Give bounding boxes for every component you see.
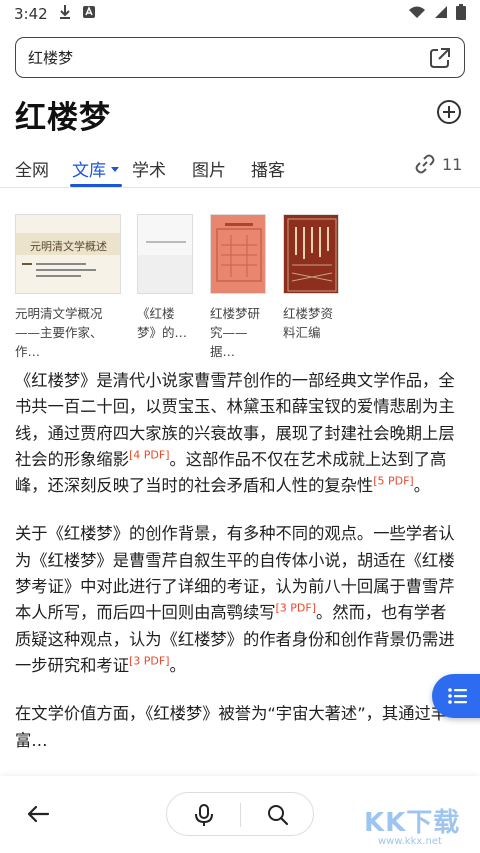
paragraph-text: 在文学价值方面，《红楼梦》被誉为“宇宙大著述”，其通过丰富… <box>15 704 448 750</box>
book-cover <box>137 214 193 294</box>
book-caption-line: ——主要作家、作… <box>15 325 103 359</box>
citation-link[interactable]: [3 PDF] <box>129 655 170 668</box>
book-caption-line: 元明清文学概况 <box>15 306 103 321</box>
status-time: 3:42 <box>14 5 48 23</box>
page-title: 红楼梦 <box>15 100 111 136</box>
book-caption: 《红楼 梦》的… <box>137 304 193 342</box>
citation-link[interactable]: [5 PDF] <box>373 475 414 488</box>
watermark: KK下载 www.kkx.net <box>360 800 478 853</box>
book-card[interactable]: 《红楼 梦》的… <box>137 214 193 342</box>
tab-images[interactable]: 图片 <box>192 156 226 181</box>
divider <box>240 803 241 827</box>
back-arrow-icon <box>27 805 50 823</box>
article-body: 《红楼梦》是清代小说家曹雪芹创作的一部经典文学作品，全书共一百二十回，以贾宝玉、… <box>15 368 460 776</box>
plus-circle-icon <box>437 100 461 124</box>
tab-bar: 全网 文库 学术 图片 播客 <box>0 148 480 188</box>
links-count: 11 <box>442 154 463 174</box>
search-box[interactable]: 红楼梦 <box>15 37 465 78</box>
watermark-url: www.kkx.net <box>378 836 442 847</box>
search-button[interactable] <box>266 803 290 827</box>
book-cover: 元明清文学概述 <box>15 214 121 294</box>
signal-icon <box>434 5 448 23</box>
article-paragraph: 在文学价值方面，《红楼梦》被誉为“宇宙大著述”，其通过丰富… <box>15 701 460 754</box>
book-carousel: 元明清文学概述 元明清文学概况 ——主要作家、作… 《红楼 梦》的… 红楼梦研 … <box>0 214 480 359</box>
list-icon <box>448 688 467 704</box>
caret-down-icon <box>111 166 119 172</box>
tab-library-label: 文库 <box>72 161 106 181</box>
book-cover <box>210 214 266 294</box>
search-query[interactable]: 红楼梦 <box>28 47 73 68</box>
voice-search-pill <box>166 792 314 836</box>
book-card[interactable]: 元明清文学概述 元明清文学概况 ——主要作家、作… <box>15 214 121 361</box>
book-caption-line: 红楼梦资 <box>283 306 334 321</box>
tab-library[interactable]: 文库 <box>72 156 119 181</box>
book-caption: 红楼梦研 究——据… <box>210 304 266 361</box>
battery-icon <box>456 4 466 24</box>
tab-podcast[interactable]: 播客 <box>251 156 285 181</box>
book-card[interactable]: 红楼梦研 究——据… <box>210 214 266 361</box>
link-icon <box>415 154 435 174</box>
citation-link[interactable]: [4 PDF] <box>129 448 170 461</box>
back-button[interactable] <box>24 800 52 828</box>
article-paragraph: 《红楼梦》是清代小说家曹雪芹创作的一部经典文学作品，全书共一百二十回，以贾宝玉、… <box>15 368 460 499</box>
tab-academic[interactable]: 学术 <box>132 156 166 181</box>
paragraph-text: 。 <box>413 476 431 496</box>
status-bar: 3:42 <box>0 0 480 28</box>
book-cover-title: 元明清文学概述 <box>30 239 107 253</box>
book-caption-line: 究——据… <box>210 325 248 359</box>
table-of-contents-button[interactable] <box>432 674 480 718</box>
book-cover <box>283 214 339 294</box>
notification-icon <box>82 5 96 23</box>
article-paragraph: 关于《红楼梦》的创作背景，有多种不同的观点。一些学者认为《红楼梦》是曹雪芹自叙生… <box>15 521 460 679</box>
book-caption-line: 梦》的… <box>137 325 188 340</box>
citation-link[interactable]: [3 PDF] <box>276 602 317 615</box>
book-caption-line: 《红楼 <box>137 306 175 321</box>
watermark-text: KK下载 <box>364 808 461 838</box>
add-button[interactable] <box>435 98 463 126</box>
book-caption: 红楼梦资 料汇编 <box>283 304 339 342</box>
microphone-icon <box>195 804 213 826</box>
microphone-button[interactable] <box>193 803 215 827</box>
open-external-icon[interactable] <box>428 46 452 70</box>
book-caption-line: 红楼梦研 <box>210 306 261 321</box>
book-card[interactable]: 红楼梦资 料汇编 <box>283 214 339 342</box>
tab-all-web[interactable]: 全网 <box>15 156 49 181</box>
links-button[interactable]: 11 <box>414 153 462 175</box>
search-icon <box>268 805 289 826</box>
wifi-icon <box>408 5 426 23</box>
book-caption-line: 料汇编 <box>283 325 321 340</box>
book-caption: 元明清文学概况 ——主要作家、作… <box>15 304 121 361</box>
download-icon <box>58 4 72 24</box>
active-tab-indicator <box>70 184 122 187</box>
paragraph-text: 。 <box>169 655 186 675</box>
